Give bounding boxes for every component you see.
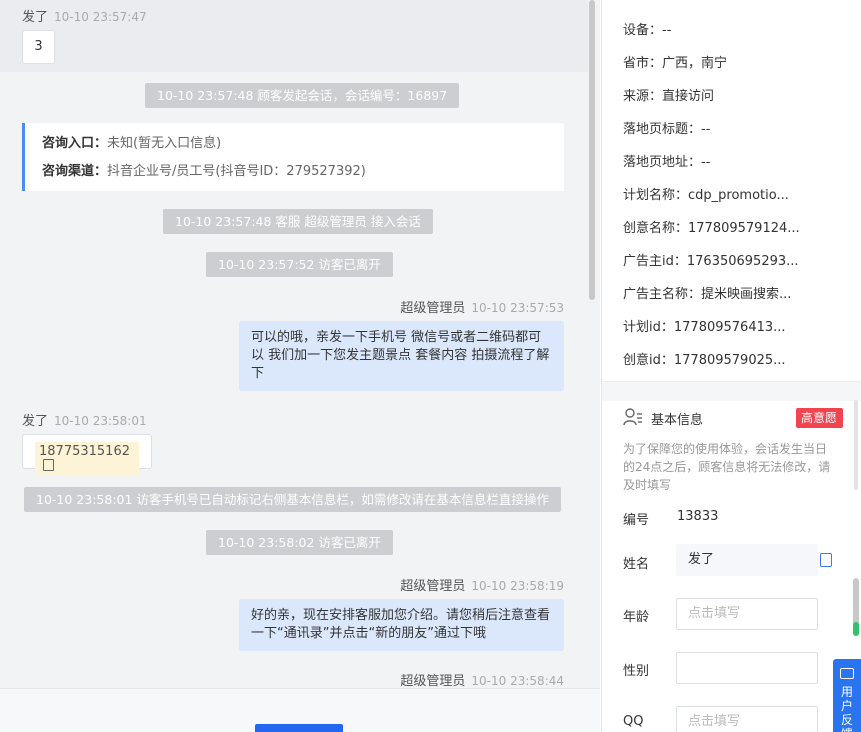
edit-notice: 为了保障您的使用体验，会话发生当日的24点之后，顾客信息将无法修改，请及时填写 <box>623 442 831 492</box>
prop-key: 广告主名称： <box>623 287 702 302</box>
prop-value: -- <box>701 122 711 137</box>
prop-region: 省市：广西，南宁 <box>623 52 727 71</box>
prop-landing-url: 落地页地址：-- <box>623 151 710 170</box>
message-time: 10-10 23:58:44 <box>471 674 564 688</box>
prop-landing-title: 落地页标题：-- <box>623 118 710 137</box>
prop-advertiser-name: 广告主名称：提米映画搜索... <box>623 283 791 302</box>
chat-icon <box>840 668 854 679</box>
message-sender: 发了 10-10 23:58:01 <box>22 410 147 429</box>
prop-value: cdp_promotio... <box>688 188 789 203</box>
prop-key: 来源： <box>623 89 663 104</box>
prop-device: 设备：-- <box>623 19 671 38</box>
age-field[interactable]: 点击填写 <box>676 598 818 630</box>
gender-label: 性别 <box>623 664 650 679</box>
sender-name: 发了 <box>22 414 49 429</box>
prop-value: 177809579025... <box>673 353 786 368</box>
gender-field[interactable] <box>676 652 818 684</box>
system-message: 10-10 23:57:48 客服 超级管理员 接入会话 <box>163 209 433 234</box>
prop-value: 176350695293... <box>686 254 799 269</box>
prop-advertiser-id: 广告主id：176350695293... <box>623 250 799 269</box>
name-label: 姓名 <box>623 557 650 572</box>
prop-plan-name: 计划名称：cdp_promotio... <box>623 184 789 203</box>
basic-info-header: 基本信息 高意愿 ▾ <box>623 406 843 445</box>
prop-key: 设备： <box>623 23 663 38</box>
panel-scrollbar-track[interactable] <box>854 400 858 490</box>
message-time: 10-10 23:58:19 <box>471 579 564 593</box>
chat-pane[interactable]: 发了 10-10 23:57:47 3 10-10 23:57:48 顾客发起会话… <box>0 0 588 688</box>
agent-message: 好的亲，现在安排客服加您介绍。请您稍后注意查看一下“通讯录”并点击“新的朋友”通… <box>239 599 564 651</box>
basic-info-title: 基本信息 <box>651 413 704 428</box>
prop-value: 直接访问 <box>662 89 715 104</box>
sender-name: 超级管理员 <box>400 301 466 316</box>
prop-value: 177809576413... <box>673 320 786 335</box>
qq-label: QQ <box>623 714 644 729</box>
prop-value: 广西，南宁 <box>662 56 728 71</box>
system-message: 10-10 23:58:02 访客已离开 <box>206 530 393 555</box>
prop-creative-id: 创意id：177809579025... <box>623 349 786 368</box>
chat-scrollbar-thumb[interactable] <box>589 0 595 300</box>
message-time: 10-10 23:57:47 <box>54 10 147 24</box>
message-time: 10-10 23:58:01 <box>54 414 147 428</box>
consult-channel-label: 咨询渠道： <box>42 164 108 179</box>
prop-key: 省市： <box>623 56 663 71</box>
scroll-indicator <box>853 622 859 636</box>
prop-key: 创意id： <box>623 353 674 368</box>
name-field[interactable]: 发了 <box>676 544 818 576</box>
system-message: 10-10 23:57:48 顾客发起会话，会话编号：16897 <box>145 83 460 108</box>
message-sender: 超级管理员 10-10 23:57:53 <box>400 297 564 316</box>
consult-channel-value: 抖音企业号/员工号(抖音号ID：279527392) <box>107 164 366 179</box>
intent-tag-dropdown[interactable]: 高意愿 ▾ <box>796 408 843 445</box>
feedback-label: 用户反馈 <box>840 685 853 732</box>
section-divider <box>602 381 861 401</box>
agent-message: 可以的哦，亲发一下手机号 微信号或者二维码都可以 我们加一下您发主题景点 套餐内… <box>239 321 564 391</box>
user-list-icon <box>623 408 642 426</box>
user-feedback-button[interactable]: 用户反馈 <box>833 659 861 732</box>
prop-key: 计划id： <box>623 320 674 335</box>
chat-input-area <box>0 688 600 732</box>
message-sender: 发了 10-10 23:57:47 <box>22 6 147 25</box>
consult-entry-label: 咨询入口： <box>42 136 108 151</box>
send-button[interactable] <box>255 724 343 732</box>
id-value: 13833 <box>677 509 719 524</box>
system-message: 10-10 23:57:52 访客已离开 <box>206 252 393 277</box>
sender-name: 超级管理员 <box>400 674 466 688</box>
message-time: 10-10 23:57:53 <box>471 301 564 315</box>
prop-key: 落地页标题： <box>623 122 702 137</box>
edit-icon[interactable] <box>820 553 832 567</box>
prop-value: -- <box>701 155 711 170</box>
sender-name: 超级管理员 <box>400 579 466 594</box>
message-sender: 超级管理员 10-10 23:58:44 <box>400 670 564 688</box>
panel-scrollbar-thumb[interactable] <box>853 578 859 636</box>
prop-creative-name: 创意名称：177809579124... <box>623 217 800 236</box>
qq-field[interactable]: 点击填写 <box>676 706 818 732</box>
consult-info-card: 咨询入口：未知(暂无入口信息) 咨询渠道：抖音企业号/员工号(抖音号ID：279… <box>22 123 564 191</box>
sender-name: 发了 <box>22 10 49 25</box>
prop-plan-id: 计划id：177809576413... <box>623 316 786 335</box>
consult-entry-value: 未知(暂无入口信息) <box>107 136 222 151</box>
customer-message: 3 <box>22 30 55 64</box>
prop-value: -- <box>662 23 672 38</box>
prop-source: 来源：直接访问 <box>623 85 714 104</box>
prop-key: 计划名称： <box>623 188 689 203</box>
prop-key: 创意名称： <box>623 221 689 236</box>
phone-number: 18775315162 <box>39 444 130 459</box>
prop-key: 落地页地址： <box>623 155 702 170</box>
phone-chip[interactable]: 18775315162 <box>35 442 139 476</box>
id-label: 编号 <box>623 513 650 528</box>
prop-value: 177809579124... <box>688 221 800 236</box>
customer-phone-message: 18775315162 <box>22 434 152 476</box>
prop-key: 广告主id： <box>623 254 687 269</box>
customer-info-panel: 设备：-- 省市：广西，南宁 来源：直接访问 落地页标题：-- 落地页地址：--… <box>601 0 861 732</box>
age-label: 年龄 <box>623 610 650 625</box>
copy-icon[interactable] <box>43 459 54 471</box>
prop-value: 提米映画搜索... <box>701 287 792 302</box>
message-sender: 超级管理员 10-10 23:58:19 <box>400 575 564 594</box>
system-message: 10-10 23:58:01 访客手机号已自动标记右侧基本信息栏，如需修改请在基… <box>24 487 561 512</box>
